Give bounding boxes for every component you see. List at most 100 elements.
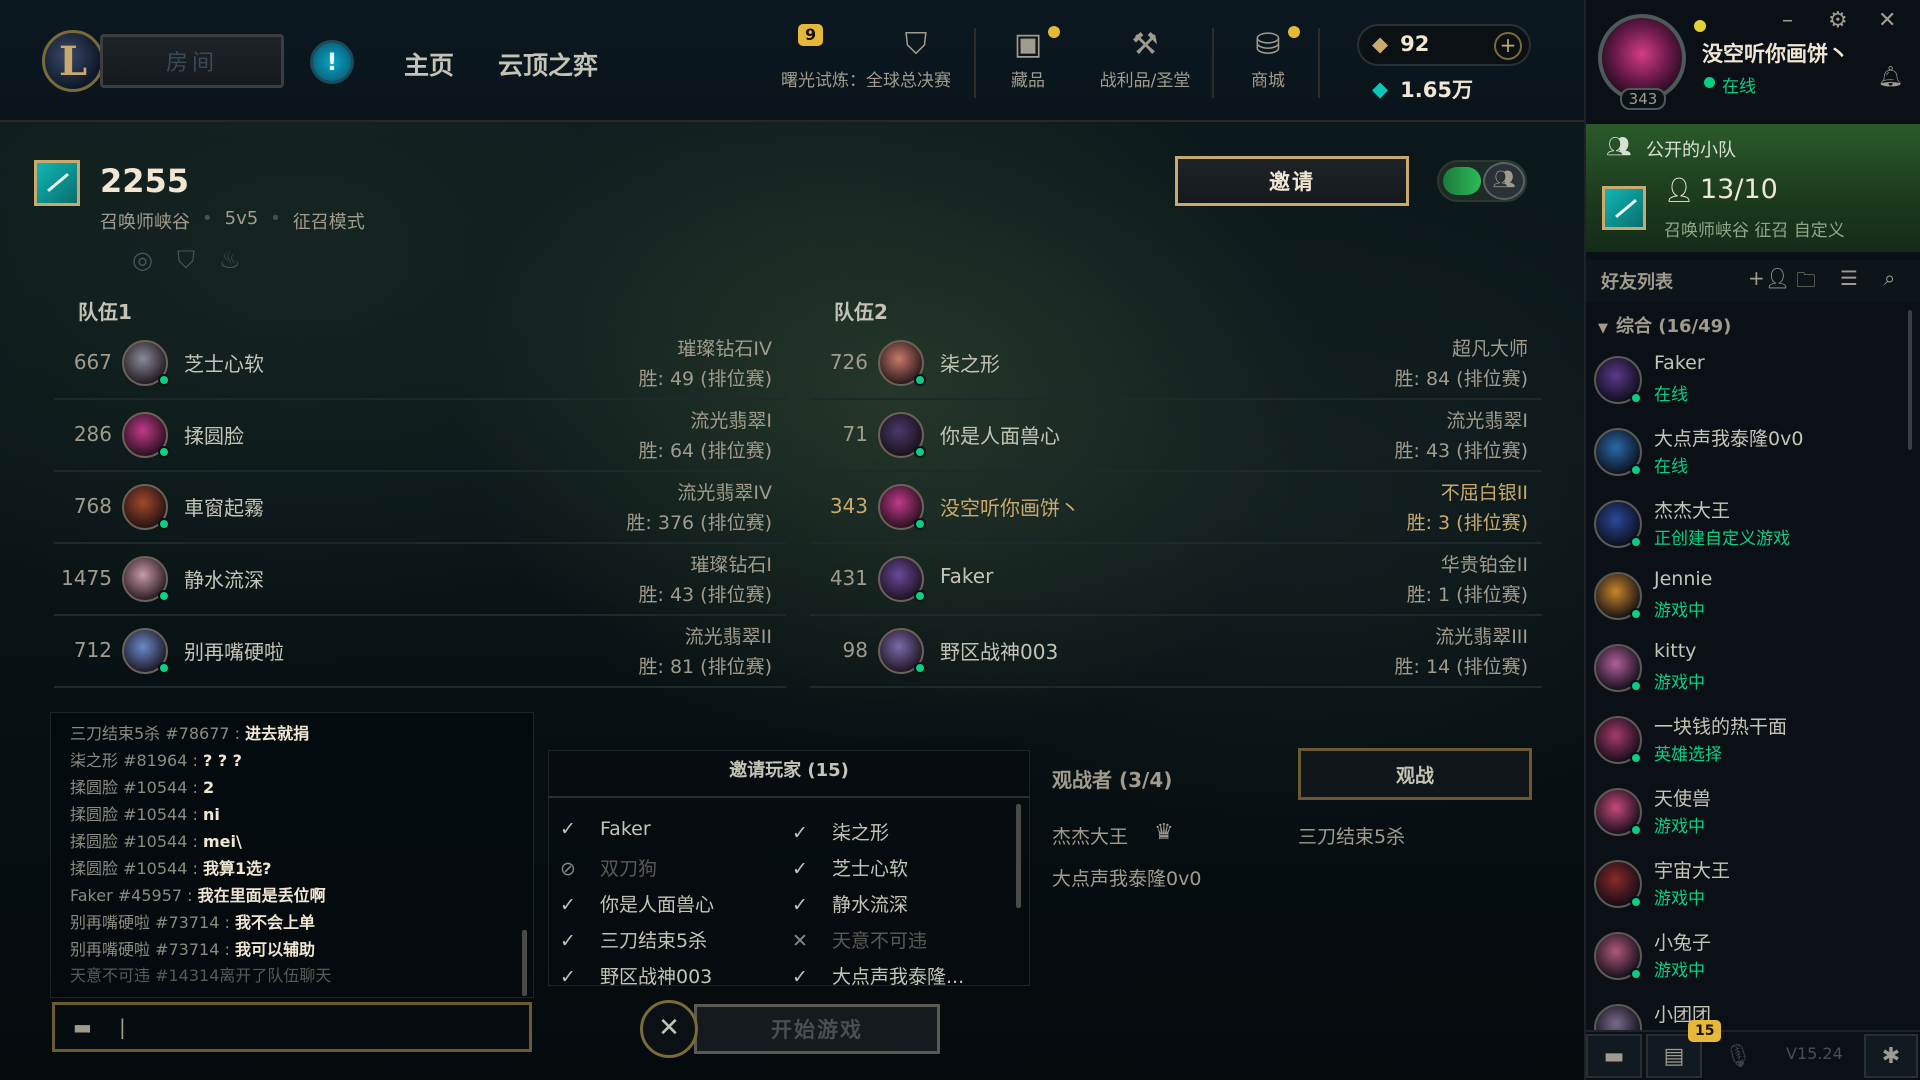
player-row[interactable]: 343 没空听你画饼丶 不屈白银II 胜: 3 (排位赛) bbox=[810, 472, 1542, 544]
meta-separator: • bbox=[202, 208, 213, 229]
invited-player: ✓ 野区战神003 bbox=[560, 962, 712, 989]
nav-home[interactable]: 主页 bbox=[404, 46, 454, 82]
minimize-icon[interactable]: – bbox=[1782, 8, 1793, 33]
party-people-icon: 👥︎ bbox=[1606, 134, 1632, 158]
friend-item[interactable]: 宇宙大王 游戏中 bbox=[1594, 854, 1914, 920]
player-row[interactable]: 286 揉圆脸 流光翡翠I 胜: 64 (排位赛) bbox=[54, 400, 786, 472]
player-row[interactable]: 98 野区战神003 流光翡翠III 胜: 14 (排位赛) bbox=[810, 616, 1542, 688]
nav-store-label: 商城 bbox=[1251, 71, 1285, 91]
status-dot bbox=[1630, 392, 1642, 404]
status-dot bbox=[1630, 536, 1642, 548]
close-icon[interactable]: ✕ bbox=[1878, 8, 1896, 33]
player-row[interactable]: 712 别再嘴硬啦 流光翡翠II 胜: 81 (排位赛) bbox=[54, 616, 786, 688]
microphone-icon[interactable]: 🎙︎ bbox=[1710, 1034, 1766, 1078]
settings-icon[interactable]: ⚙ bbox=[1828, 8, 1848, 33]
profile-name[interactable]: 没空听你画饼丶 bbox=[1702, 38, 1849, 68]
chat-input[interactable]: ▬ | bbox=[52, 1002, 532, 1052]
nav-collection-label: 藏品 bbox=[1011, 71, 1045, 91]
player-name: 揉圆脸 bbox=[184, 424, 244, 448]
chat-sender: 揉圆脸 #10544 : bbox=[70, 805, 203, 824]
friend-group-label: 综合 (16/49) bbox=[1616, 316, 1732, 337]
friend-item[interactable]: 大点声我泰隆0v0 在线 bbox=[1594, 422, 1914, 488]
add-folder-icon[interactable]: 🗀︎ bbox=[1796, 266, 1816, 300]
search-icon[interactable]: ⌕ bbox=[1884, 266, 1895, 290]
friend-item[interactable]: 一块钱的热干面 英雄选择 bbox=[1594, 710, 1914, 776]
chat-sender: 三刀结束5杀 #78677 : bbox=[70, 724, 246, 743]
bell-icon[interactable]: 🔔︎ bbox=[1878, 64, 1903, 88]
status-dot bbox=[1630, 680, 1642, 692]
player-name: 野区战神003 bbox=[940, 640, 1059, 664]
bug-report-icon[interactable]: ✱ bbox=[1864, 1034, 1918, 1078]
online-dot bbox=[914, 590, 926, 602]
invited-player-name: 野区战神003 bbox=[600, 966, 713, 988]
add-friend-icon[interactable]: +👤︎ bbox=[1748, 266, 1790, 290]
friend-item[interactable]: Faker 在线 bbox=[1594, 350, 1914, 416]
rp-amount: 92 bbox=[1400, 32, 1430, 56]
friend-item[interactable]: 天使兽 游戏中 bbox=[1594, 782, 1914, 848]
chat-text: ni bbox=[202, 805, 220, 824]
player-row[interactable]: 726 柒之形 超凡大师 胜: 84 (排位赛) bbox=[810, 328, 1542, 400]
chat-sender: 别再嘴硬啦 #73714 : bbox=[70, 940, 235, 959]
player-wins: 胜: 81 (排位赛) bbox=[638, 656, 772, 678]
profile-status[interactable]: 在线 bbox=[1722, 72, 1756, 97]
player-rank: 流光翡翠II bbox=[684, 626, 772, 648]
crown-icon: ♛ bbox=[1154, 820, 1174, 845]
friend-item[interactable]: Jennie 游戏中 bbox=[1594, 566, 1914, 632]
nav-separator bbox=[974, 28, 976, 98]
player-level: 71 bbox=[842, 422, 868, 446]
room-button[interactable]: 房间 bbox=[100, 34, 284, 88]
friend-name: 天使兽 bbox=[1654, 788, 1712, 810]
alert-icon[interactable]: ! bbox=[310, 40, 354, 84]
nav-tft[interactable]: 云顶之弈 bbox=[498, 46, 598, 82]
chat-sender: 揉圆脸 #10544 : bbox=[70, 859, 203, 878]
online-dot bbox=[158, 518, 170, 530]
player-wins: 胜: 84 (排位赛) bbox=[1394, 368, 1528, 390]
close-icon[interactable]: ✕ bbox=[640, 1000, 698, 1058]
player-level: 726 bbox=[829, 350, 868, 374]
invite-button[interactable]: 邀请 bbox=[1175, 156, 1409, 206]
player-name: 你是人面兽心 bbox=[940, 424, 1060, 448]
trophy-icon: ⛉ bbox=[904, 27, 928, 62]
chat-message: 揉圆脸 #10544 : 2 bbox=[70, 774, 214, 798]
buy-rp-button[interactable]: + bbox=[1494, 32, 1522, 60]
friend-status: 正创建自定义游戏 bbox=[1654, 529, 1790, 549]
nav-separator bbox=[1212, 28, 1214, 98]
chat-text: mei\ bbox=[202, 832, 242, 851]
friend-item[interactable]: 小兔子 游戏中 bbox=[1594, 926, 1914, 992]
player-row[interactable]: 1475 静水流深 璀璨钻石I 胜: 43 (排位赛) bbox=[54, 544, 786, 616]
player-row[interactable]: 71 你是人面兽心 流光翡翠I 胜: 43 (排位赛) bbox=[810, 400, 1542, 472]
nav-loot[interactable]: ⚒ 战利品/圣堂 bbox=[1092, 24, 1198, 91]
friend-group-header[interactable]: ▼ 综合 (16/49) bbox=[1598, 312, 1731, 338]
nav-event[interactable]: ⛉ 曙光试炼：全球总决赛 bbox=[768, 24, 964, 91]
friend-item[interactable]: 杰杰大王 正创建自定义游戏 bbox=[1594, 494, 1914, 560]
chat-message: 揉圆脸 #10544 : ni bbox=[70, 801, 220, 825]
status-dot bbox=[1630, 968, 1642, 980]
player-rank: 不屈白银II bbox=[1440, 482, 1528, 504]
start-game-button[interactable]: 开始游戏 bbox=[694, 1004, 940, 1054]
friend-item[interactable]: kitty 游戏中 bbox=[1594, 638, 1914, 704]
player-row[interactable]: 667 芝士心软 璀璨钻石IV 胜: 49 (排位赛) bbox=[54, 328, 786, 400]
party-people-icon: 👥︎ bbox=[1483, 162, 1525, 200]
player-row[interactable]: 431 Faker 华贵铂金II 胜: 1 (排位赛) bbox=[810, 544, 1542, 616]
friend-name: Faker bbox=[1654, 352, 1705, 374]
chat-bubble-icon: ▬ bbox=[73, 1015, 92, 1039]
chat-text: 2 bbox=[202, 778, 215, 797]
player-rank: 流光翡翠I bbox=[690, 410, 772, 432]
spectate-button[interactable]: 观战 bbox=[1298, 748, 1532, 800]
invited-player-name: 柒之形 bbox=[832, 822, 890, 844]
chat-icon[interactable]: ▬ bbox=[1586, 1034, 1642, 1078]
player-level: 768 bbox=[73, 494, 112, 518]
invited-player-name: 芝士心软 bbox=[832, 858, 909, 880]
invited-scrollbar[interactable] bbox=[1016, 804, 1021, 908]
chat-scrollbar[interactable] bbox=[522, 930, 527, 996]
player-row[interactable]: 768 車窗起霧 流光翡翠IV 胜: 376 (排位赛) bbox=[54, 472, 786, 544]
player-name: 車窗起霧 bbox=[184, 496, 264, 520]
check-icon: ✓ bbox=[560, 930, 576, 952]
open-party-toggle[interactable]: 👥︎ bbox=[1437, 160, 1527, 202]
player-level: 712 bbox=[73, 638, 112, 662]
status-dot bbox=[1630, 464, 1642, 476]
chat-text: 进去就捐 bbox=[245, 724, 310, 743]
league-logo[interactable]: L bbox=[42, 30, 104, 92]
list-icon[interactable]: ☰ bbox=[1840, 266, 1858, 290]
player-name: 芝士心软 bbox=[184, 352, 264, 376]
